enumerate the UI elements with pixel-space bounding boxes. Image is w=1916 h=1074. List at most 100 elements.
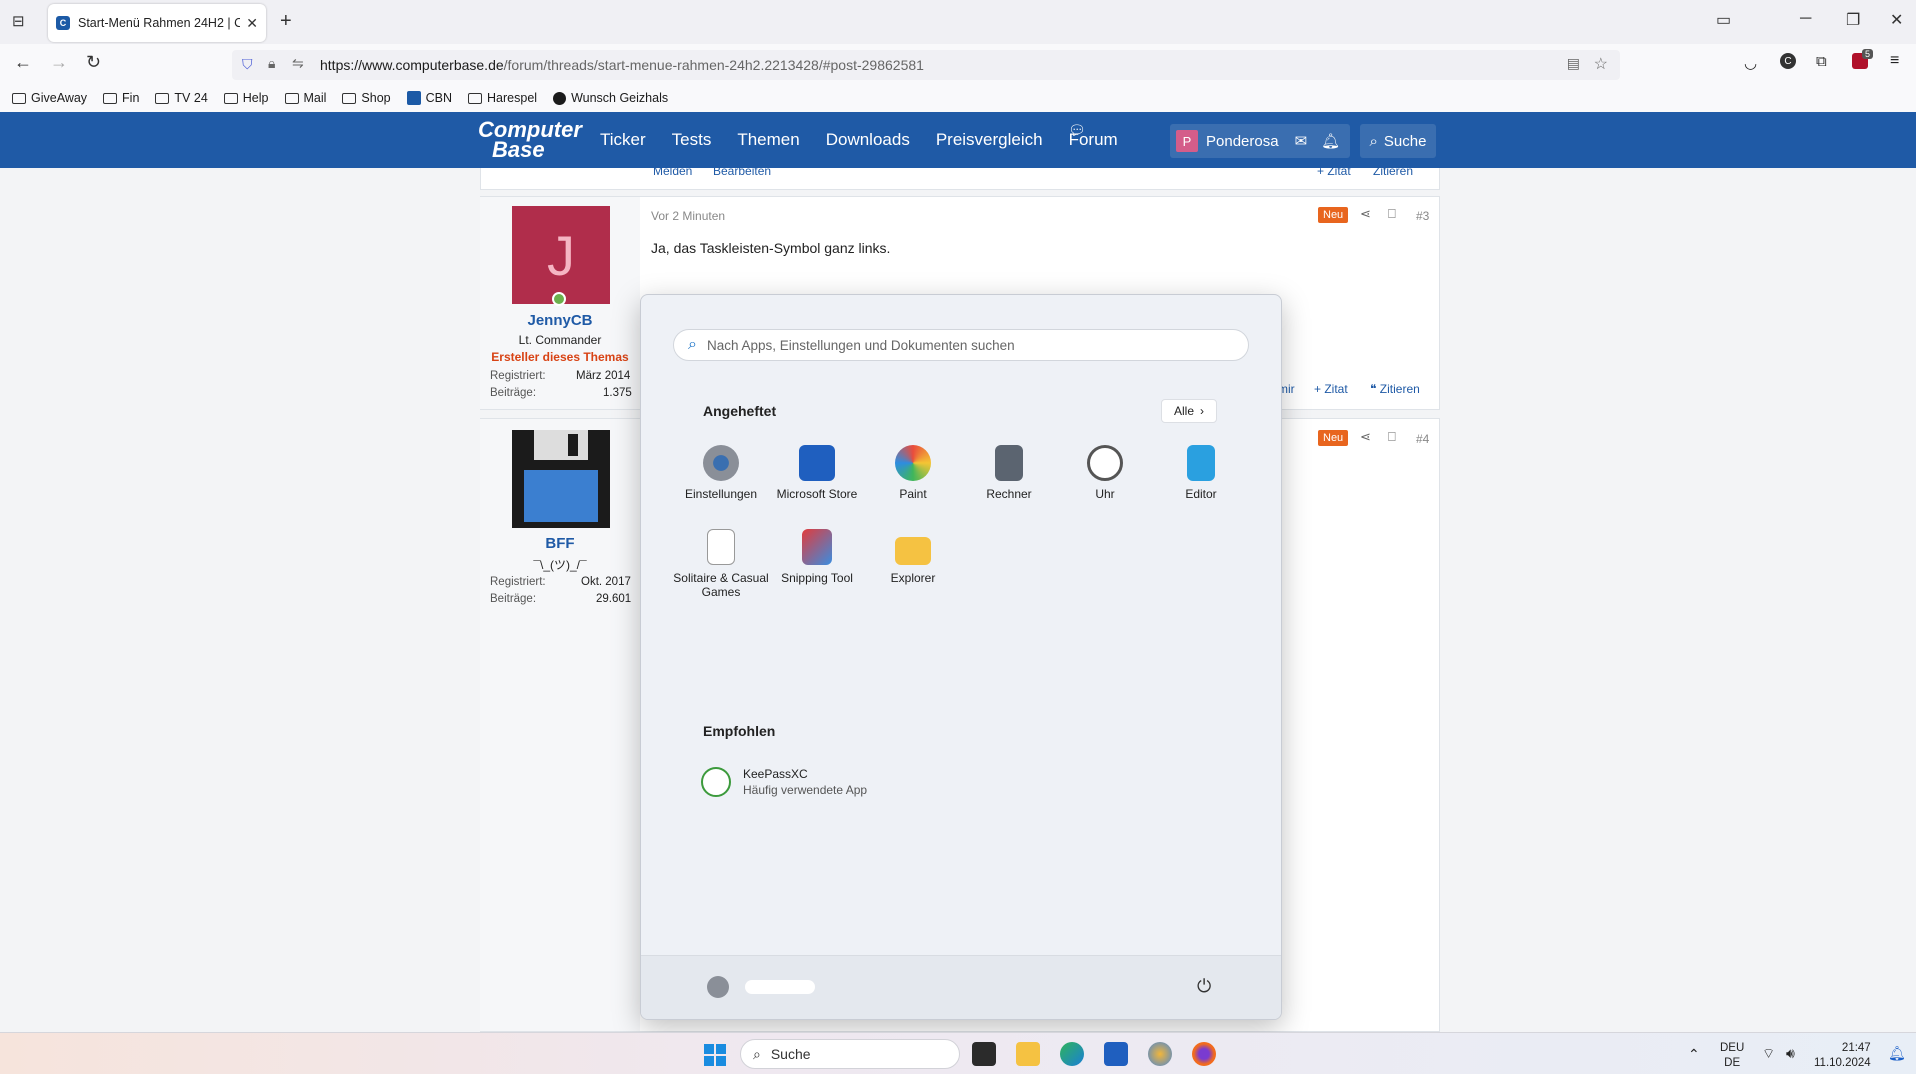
power-icon[interactable]: ⏻ — [1197, 976, 1211, 997]
close-window-icon[interactable]: ✕ — [1890, 10, 1903, 30]
post-3-username[interactable]: JennyCB — [480, 312, 640, 329]
url-host: https://www.computerbase.de — [320, 57, 504, 73]
folder-icon — [468, 92, 483, 104]
tab-list-icon[interactable]: ⊟ — [12, 12, 25, 30]
tab-close-icon[interactable]: ✕ — [246, 15, 258, 32]
bookmark-star-icon[interactable]: ☆ — [1594, 54, 1608, 74]
restore-icon[interactable]: ❐ — [1846, 10, 1860, 30]
post-3-cite[interactable]: ❝ Zitieren — [1370, 382, 1420, 396]
url-bar[interactable]: ⛉ 🔒︎ ⇋ https://www.computerbase.de/forum… — [232, 50, 1620, 80]
bookmark-tv24[interactable]: TV 24 — [155, 91, 208, 105]
nav-themen[interactable]: Themen — [737, 130, 799, 150]
app-rechner[interactable]: Rechner — [961, 445, 1057, 501]
app-paint[interactable]: Paint — [865, 445, 961, 501]
reader-view-icon[interactable]: ▤ — [1567, 55, 1580, 72]
nav-downloads[interactable]: Downloads — [826, 130, 910, 150]
chevron-up-icon[interactable]: ⌃ — [1688, 1046, 1700, 1063]
firefox-icon[interactable] — [1192, 1042, 1216, 1066]
post-3-time[interactable]: Vor 2 Minuten — [651, 209, 725, 223]
bookmark-fin[interactable]: Fin — [103, 91, 139, 105]
report-link[interactable]: Melden — [653, 164, 692, 178]
pocket-icon[interactable]: ◡ — [1744, 54, 1757, 72]
user-menu[interactable]: P Ponderosa ✉ 🔔︎ — [1170, 124, 1350, 158]
paint-icon — [895, 445, 931, 481]
recommended-keepassxc[interactable]: KeePassXC Häufig verwendete App — [701, 767, 867, 797]
tracking-shield-icon[interactable]: ⛉ — [242, 56, 253, 73]
app-editor[interactable]: Editor — [1153, 445, 1249, 501]
nav-ticker[interactable]: Ticker — [600, 130, 646, 150]
permissions-icon[interactable]: ⇋ — [292, 55, 304, 72]
post-3-number[interactable]: #3 — [1416, 209, 1429, 223]
new-tab-icon[interactable]: + — [280, 10, 292, 33]
menu-icon[interactable]: ≡ — [1890, 52, 1899, 70]
volume-icon[interactable]: 🔊︎ — [1786, 1045, 1795, 1062]
windows-start-icon[interactable] — [704, 1044, 726, 1066]
bookmark-shop[interactable]: Shop — [342, 91, 391, 105]
clock[interactable]: 21:47 11.10.2024 — [1814, 1041, 1871, 1071]
extensions-icon[interactable]: ⧉ — [1816, 53, 1827, 70]
store-icon[interactable] — [1104, 1042, 1128, 1066]
notification-bell-icon[interactable]: 🔔︎ — [1888, 1045, 1906, 1062]
wifi-icon[interactable]: ⌔ — [1762, 1045, 1775, 1063]
bookmark-harespel[interactable]: Harespel — [468, 91, 537, 105]
app-microsoft-store[interactable]: Microsoft Store — [769, 445, 865, 501]
user-name: Ponderosa — [1206, 132, 1279, 150]
app-explorer[interactable]: Explorer — [865, 529, 961, 585]
site-nav: Ticker Tests Themen Downloads Preisvergl… — [600, 130, 1118, 150]
computerbase-favicon: C — [56, 16, 70, 30]
share-icon[interactable]: ⋖ — [1360, 429, 1371, 445]
keepassxc-icon — [701, 767, 731, 797]
user-account-icon[interactable] — [707, 976, 729, 998]
site-logo[interactable]: Computer Base — [478, 119, 582, 162]
floppy-label-windows — [524, 470, 598, 522]
taskbar-search[interactable]: ⌕ Suche — [740, 1039, 960, 1069]
start-search-box[interactable]: ⌕ Nach Apps, Einstellungen und Dokumente… — [673, 329, 1249, 361]
task-view-icon[interactable] — [972, 1042, 996, 1066]
calculator-icon — [995, 445, 1023, 481]
app-snipping-tool[interactable]: Snipping Tool — [769, 529, 865, 585]
tab-overview-icon[interactable]: ▭ — [1716, 10, 1731, 30]
app-uhr[interactable]: Uhr — [1057, 445, 1153, 501]
lock-icon[interactable]: 🔒︎ — [268, 55, 275, 72]
post-4-username[interactable]: BFF — [480, 535, 640, 552]
back-icon[interactable]: ← — [14, 52, 32, 73]
account-icon[interactable]: C — [1780, 53, 1796, 69]
site-search-button[interactable]: ⌕ Suche — [1360, 124, 1436, 158]
file-explorer-icon[interactable] — [1016, 1042, 1040, 1066]
bookmark-wunsch-geizhals[interactable]: Wunsch Geizhals — [553, 91, 668, 105]
edge-icon[interactable] — [1060, 1042, 1084, 1066]
bookmarks-bar: GiveAway Fin TV 24 Help Mail Shop CBN Ha… — [0, 84, 1916, 112]
bookmark-mail[interactable]: Mail — [284, 91, 326, 105]
bookmark-icon[interactable]: ⎕ — [1388, 429, 1396, 445]
post-4-number[interactable]: #4 — [1416, 432, 1429, 446]
inbox-icon[interactable]: ✉ — [1295, 132, 1308, 150]
app-einstellungen[interactable]: Einstellungen — [673, 445, 769, 501]
language-indicator[interactable]: DEU DE — [1720, 1041, 1744, 1071]
bookmark-cbn[interactable]: CBN — [406, 91, 452, 105]
jennycb-avatar[interactable]: J — [512, 206, 610, 304]
cite-link[interactable]: Zitieren — [1373, 164, 1413, 178]
bookmark-giveaway[interactable]: GiveAway — [12, 91, 87, 105]
nav-preisvergleich[interactable]: Preisvergleich — [936, 130, 1043, 150]
chat-icon[interactable]: 💬︎ — [1068, 122, 1086, 139]
reload-icon[interactable]: ↻ — [86, 52, 101, 73]
post-3-reg-value: März 2014 — [576, 370, 631, 382]
browser-tab-active[interactable]: C Start-Menü Rahmen 24H2 | Cor ✕ — [48, 4, 266, 42]
bookmark-icon[interactable]: ⎕ — [1388, 206, 1396, 222]
forward-icon[interactable]: → — [50, 52, 68, 73]
bookmark-help[interactable]: Help — [223, 91, 269, 105]
app-solitaire[interactable]: Solitaire & Casual Games — [673, 529, 769, 599]
quote-add-link[interactable]: + Zitat — [1317, 164, 1351, 178]
logo-line2: Base — [492, 137, 545, 162]
nav-tests[interactable]: Tests — [672, 130, 712, 150]
floppy-shutter — [534, 430, 588, 460]
edit-link[interactable]: Bearbeiten — [713, 164, 771, 178]
bell-icon[interactable]: 🔔︎ — [1321, 132, 1340, 150]
share-icon[interactable]: ⋖ — [1360, 206, 1371, 222]
url-text[interactable]: https://www.computerbase.de/forum/thread… — [320, 57, 924, 73]
bff-avatar-floppy[interactable] — [512, 430, 610, 528]
all-apps-button[interactable]: Alle › — [1161, 399, 1217, 423]
post-3-quote-add[interactable]: + Zitat — [1314, 382, 1348, 396]
minimize-icon[interactable]: ─ — [1800, 10, 1811, 28]
settings-app-icon[interactable] — [1148, 1042, 1172, 1066]
